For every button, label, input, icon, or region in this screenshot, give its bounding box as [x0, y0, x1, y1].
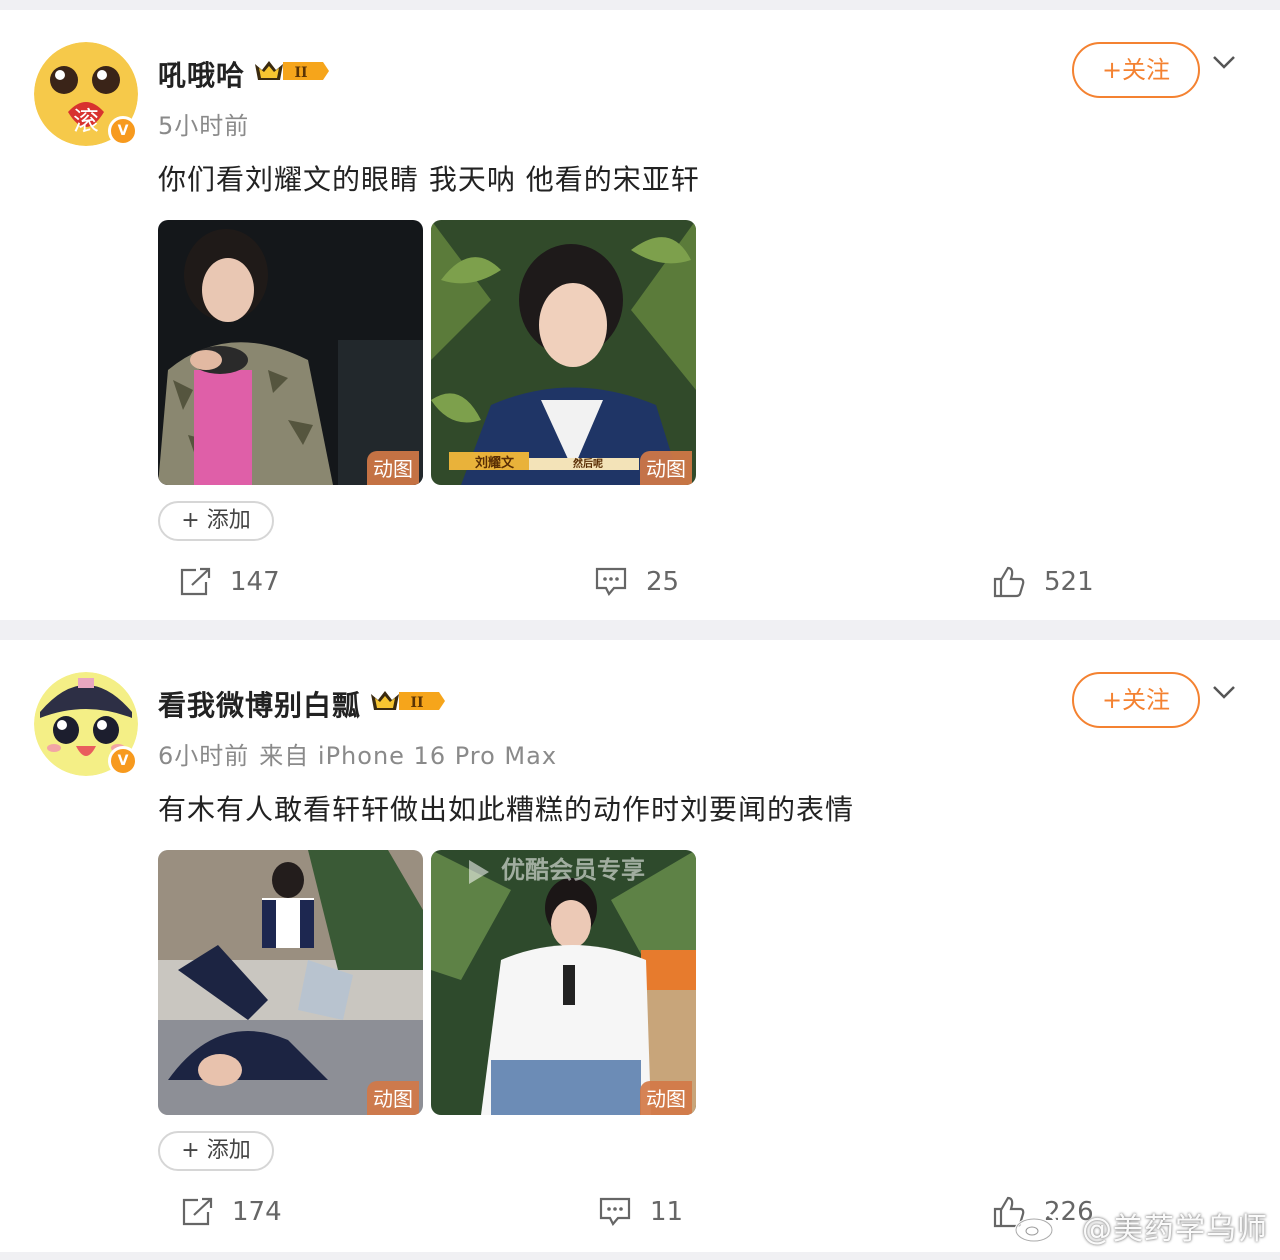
comment-icon — [595, 567, 627, 596]
follow-button[interactable]: +关注 — [1072, 672, 1200, 728]
gif-badge: 动图 — [367, 1081, 419, 1115]
post-time: 5小时前 — [158, 112, 250, 140]
image-caption-2: 然后呢 — [573, 457, 603, 470]
comment-button[interactable]: 25 — [594, 560, 679, 604]
comment-icon — [599, 1197, 631, 1226]
post-time: 6小时前 — [158, 742, 250, 770]
post-source: 来自 iPhone 16 Pro Max — [259, 742, 558, 770]
username[interactable]: 看我微博别白瓢 — [158, 684, 361, 724]
post-image-2[interactable]: 优酷会员专享 动图 — [431, 850, 696, 1115]
like-icon — [993, 566, 1025, 598]
chevron-down-icon[interactable] — [1210, 678, 1238, 706]
repost-count: 147 — [230, 567, 280, 597]
level-badge: II — [410, 695, 423, 711]
post-meta: 5小时前 — [158, 106, 249, 141]
repost-icon — [180, 567, 211, 596]
repost-count: 174 — [232, 1197, 282, 1227]
post-card: V 看我微博别白瓢 II 6小时前 来自 iPhone 16 Pro Max 有木… — [0, 640, 1280, 1252]
post-text: 你们看刘耀文的眼睛 我天呐 他看的宋亚轩 — [158, 163, 700, 196]
comment-count: 25 — [646, 567, 680, 597]
post-image-2[interactable]: 刘耀文 然后呢 动图 — [431, 220, 696, 485]
verified-icon: V — [108, 746, 138, 776]
like-button[interactable]: 521 — [992, 560, 1094, 604]
chevron-down-icon[interactable] — [1210, 48, 1238, 76]
verified-icon: V — [108, 116, 138, 146]
vip-crown-icon: II — [255, 61, 329, 81]
like-count: 521 — [1044, 567, 1094, 597]
repost-icon — [182, 1197, 213, 1226]
post-image-1[interactable]: 动图 — [158, 220, 423, 485]
vip-crown-icon: II — [371, 691, 445, 711]
avatar-text: 滚 — [73, 107, 99, 137]
weibo-logo-icon — [1014, 1212, 1058, 1243]
level-badge: II — [294, 65, 307, 81]
gif-badge: 动图 — [640, 451, 692, 485]
add-button[interactable]: + 添加 — [158, 1131, 274, 1171]
post-meta: 6小时前 来自 iPhone 16 Pro Max — [158, 736, 557, 771]
gif-badge: 动图 — [367, 451, 419, 485]
post-card: 滚 V 吼哦哈 II 5小时前 你们看刘耀文的眼睛 我天呐 他看的宋亚轩 +关注… — [0, 10, 1280, 620]
repost-button[interactable]: 147 — [178, 560, 280, 604]
repost-button[interactable]: 174 — [180, 1190, 282, 1234]
add-button[interactable]: + 添加 — [158, 501, 274, 541]
image-watermark: 优酷会员专享 — [501, 856, 645, 884]
watermark: @美药学乌师 — [1082, 1212, 1268, 1247]
comment-count: 11 — [650, 1197, 684, 1227]
gif-badge: 动图 — [640, 1081, 692, 1115]
image-caption: 刘耀文 — [475, 455, 515, 471]
post-text: 有木有人敢看轩轩做出如此糟糕的动作时刘要闻的表情 — [158, 793, 855, 826]
username[interactable]: 吼哦哈 — [158, 54, 245, 94]
post-image-1[interactable]: 动图 — [158, 850, 423, 1115]
comment-button[interactable]: 11 — [598, 1190, 683, 1234]
follow-button[interactable]: +关注 — [1072, 42, 1200, 98]
